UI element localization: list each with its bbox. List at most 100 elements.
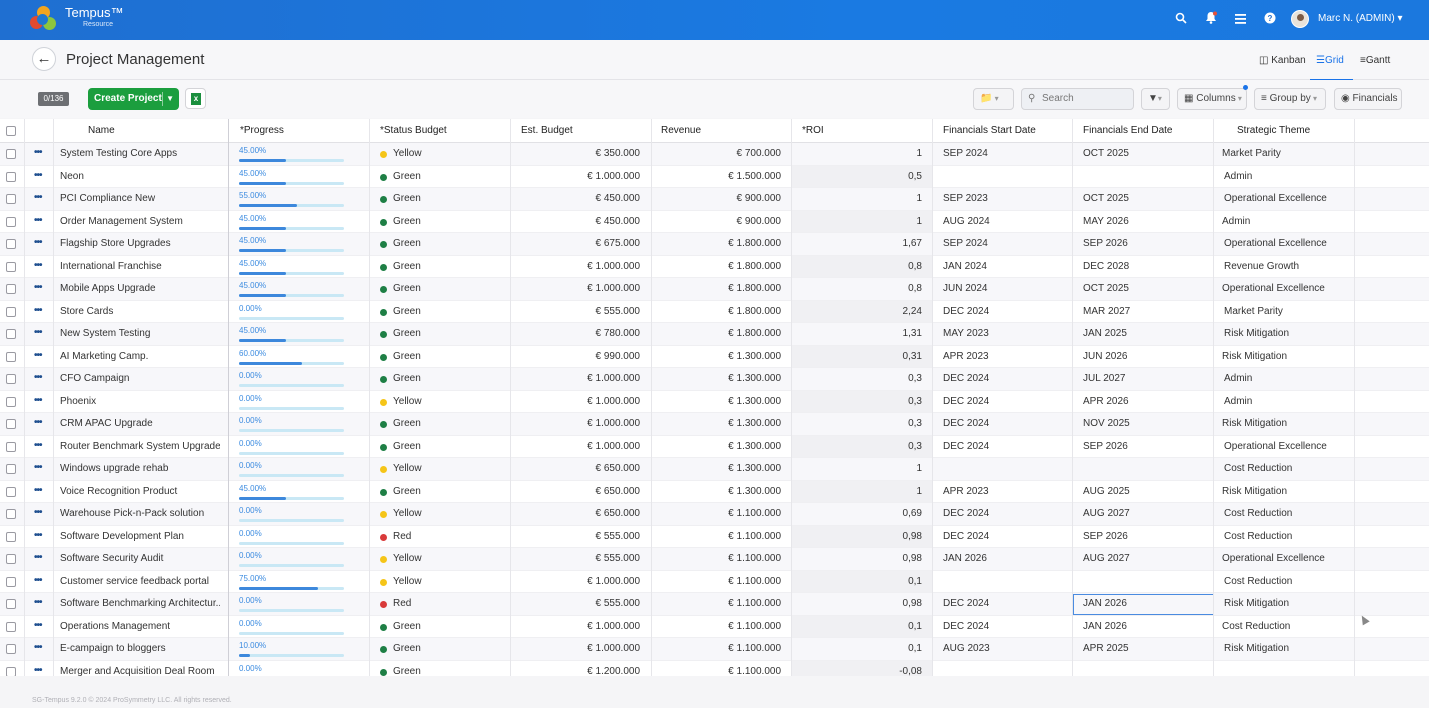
column-header-progress[interactable]: *Progress [240, 119, 284, 143]
tab-grid[interactable]: ☰Grid [1316, 55, 1344, 66]
row-actions-icon[interactable]: ••• [34, 278, 42, 298]
est-budget[interactable]: € 650.000 [515, 481, 641, 503]
est-budget[interactable]: € 1.000.000 [515, 571, 640, 593]
project-name[interactable]: Windows upgrade rehab [60, 458, 220, 480]
search-input[interactable]: ⚲ Search [1021, 88, 1134, 110]
status-budget[interactable]: Green [393, 323, 503, 345]
roi[interactable]: 0,3 [796, 413, 922, 435]
est-budget[interactable]: € 1.000.000 [515, 413, 640, 435]
financials-start-date[interactable]: MAY 2023 [943, 323, 1063, 345]
row-checkbox[interactable] [6, 351, 16, 362]
est-budget[interactable]: € 1.000.000 [515, 436, 640, 458]
revenue[interactable]: € 700.000 [655, 143, 782, 165]
revenue[interactable]: € 1.100.000 [655, 616, 781, 638]
project-name[interactable]: AI Marketing Camp. [60, 346, 220, 368]
revenue[interactable]: € 1.300.000 [655, 436, 781, 458]
table-row[interactable]: ••• PCI Compliance New 55.00% Green € 450.00… [0, 188, 1429, 211]
revenue[interactable]: € 1.300.000 [655, 346, 781, 368]
status-budget[interactable]: Yellow [393, 458, 503, 480]
revenue[interactable]: € 900.000 [655, 188, 782, 210]
financials-start-date[interactable]: JAN 2024 [943, 256, 1063, 278]
status-budget[interactable]: Green [393, 661, 503, 677]
strategic-theme[interactable]: Admin [1224, 368, 1354, 390]
roi[interactable]: 1,31 [796, 323, 922, 345]
strategic-theme[interactable]: Cost Reduction [1224, 503, 1354, 525]
est-budget[interactable]: € 1.000.000 [515, 616, 640, 638]
revenue[interactable]: € 1.500.000 [655, 166, 781, 188]
table-row[interactable]: ••• Operations Management 0.00% Green € 1.00… [0, 616, 1429, 638]
row-checkbox[interactable] [6, 666, 16, 676]
financials-end-date[interactable]: JUL 2027 [1083, 368, 1203, 390]
row-checkbox[interactable] [6, 621, 16, 632]
row-checkbox[interactable] [6, 509, 16, 519]
strategic-theme[interactable]: Market Parity [1222, 143, 1352, 165]
project-name[interactable]: Store Cards [60, 301, 220, 323]
row-actions-icon[interactable]: ••• [34, 413, 42, 433]
row-actions-icon[interactable]: ••• [34, 661, 42, 677]
folder-filter-button[interactable]: 📁 ▾ [973, 88, 1014, 110]
project-name[interactable]: Neon [60, 166, 220, 188]
roi[interactable]: 0,3 [796, 391, 922, 413]
row-actions-icon[interactable]: ••• [34, 166, 42, 186]
financials-end-date[interactable]: AUG 2025 [1083, 481, 1203, 503]
est-budget[interactable]: € 1.000.000 [515, 391, 640, 413]
roi[interactable]: 0,98 [796, 593, 922, 615]
project-name[interactable]: Software Benchmarking Architectur... [60, 593, 220, 615]
project-name[interactable]: Software Security Audit [60, 548, 220, 570]
financials-start-date[interactable] [943, 661, 1063, 677]
status-budget[interactable]: Red [393, 593, 503, 615]
table-row[interactable]: ••• System Testing Core Apps 45.00% Yellow €… [0, 143, 1429, 166]
roi[interactable]: 0,3 [796, 368, 922, 390]
financials-start-date[interactable]: SEP 2024 [943, 143, 1063, 165]
roi[interactable]: 0,98 [796, 548, 922, 570]
financials-start-date[interactable]: DEC 2024 [943, 391, 1063, 413]
row-actions-icon[interactable]: ••• [34, 548, 42, 568]
create-project-button[interactable]: Create Project ▼ [88, 88, 179, 110]
row-actions-icon[interactable]: ••• [34, 391, 42, 411]
row-actions-icon[interactable]: ••• [34, 188, 42, 208]
chevron-down-icon[interactable]: ▼ [166, 88, 174, 110]
revenue[interactable]: € 1.800.000 [655, 323, 781, 345]
roi[interactable]: 0,1 [796, 571, 922, 593]
strategic-theme[interactable]: Revenue Growth [1224, 256, 1354, 278]
row-actions-icon[interactable]: ••• [34, 526, 42, 546]
row-checkbox[interactable] [6, 576, 16, 587]
est-budget[interactable]: € 650.000 [515, 458, 641, 480]
roi[interactable]: 1 [796, 211, 922, 233]
row-actions-icon[interactable]: ••• [34, 368, 42, 388]
row-checkbox[interactable] [6, 396, 16, 407]
financials-start-date[interactable]: DEC 2024 [943, 526, 1063, 548]
revenue[interactable]: € 1.800.000 [655, 278, 781, 300]
revenue[interactable]: € 1.800.000 [655, 233, 781, 255]
table-row[interactable]: ••• Windows upgrade rehab 0.00% Yellow € 650… [0, 458, 1429, 481]
status-budget[interactable]: Green [393, 301, 503, 323]
est-budget[interactable]: € 1.200.000 [515, 661, 640, 677]
financials-end-date[interactable] [1083, 571, 1203, 593]
status-budget[interactable]: Yellow [393, 571, 503, 593]
project-name[interactable]: Order Management System [60, 211, 220, 233]
row-actions-icon[interactable]: ••• [34, 616, 42, 636]
help-icon[interactable]: ? [1261, 11, 1279, 29]
est-budget[interactable]: € 555.000 [515, 593, 641, 615]
strategic-theme[interactable]: Risk Mitigation [1222, 346, 1352, 368]
table-row[interactable]: ••• Software Security Audit 0.00% Yellow € 5… [0, 548, 1429, 571]
status-budget[interactable]: Green [393, 616, 503, 638]
column-header-est-budget[interactable]: Est. Budget [521, 119, 573, 143]
row-checkbox[interactable] [6, 486, 16, 497]
financials-end-date[interactable]: DEC 2028 [1083, 256, 1203, 278]
row-checkbox[interactable] [6, 599, 16, 609]
row-actions-icon[interactable]: ••• [34, 233, 42, 253]
table-row[interactable]: ••• Customer service feedback portal 75.00… [0, 571, 1429, 593]
roi[interactable]: 0,69 [796, 503, 922, 525]
table-row[interactable]: ••• Order Management System 45.00% Green € 4… [0, 211, 1429, 233]
tab-gantt[interactable]: ≡Gantt [1360, 55, 1390, 66]
status-budget[interactable]: Green [393, 188, 503, 210]
table-row[interactable]: ••• Phoenix 0.00% Yellow € 1.000.000 € 1.300.… [0, 391, 1429, 413]
financials-end-date[interactable]: JAN 2026 [1083, 616, 1203, 638]
financials-start-date[interactable] [943, 571, 1063, 593]
status-budget[interactable]: Yellow [393, 548, 503, 570]
row-actions-icon[interactable]: ••• [34, 503, 42, 523]
est-budget[interactable]: € 450.000 [515, 188, 641, 210]
table-row[interactable]: ••• Warehouse Pick-n-Pack solution 0.00% Ye… [0, 503, 1429, 526]
revenue[interactable]: € 1.100.000 [655, 548, 781, 570]
